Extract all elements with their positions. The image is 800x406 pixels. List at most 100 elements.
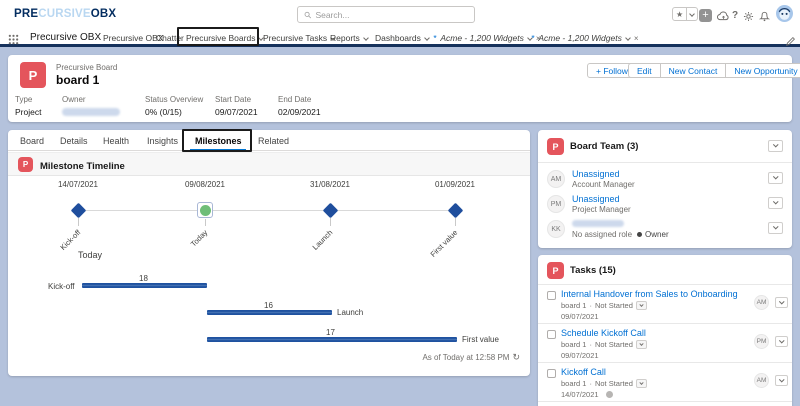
divider — [538, 401, 792, 402]
marker-connector — [78, 218, 79, 226]
team-member-menu-button[interactable] — [768, 172, 783, 184]
team-member-role: No assigned role Owner — [572, 230, 669, 239]
waffle-icon — [8, 34, 19, 45]
task-checkbox[interactable] — [547, 369, 556, 378]
recurrence-icon — [605, 391, 613, 398]
new-contact-button[interactable]: New Contact — [659, 63, 727, 78]
divider — [538, 162, 792, 163]
divider — [538, 362, 792, 363]
board-team-menu-button[interactable] — [768, 140, 783, 152]
task-date: 09/07/2021 — [561, 351, 599, 360]
field-start-date: Start Date 09/07/2021 — [215, 95, 258, 117]
record-main-card: Board Details Health Insights Milestones… — [8, 129, 530, 376]
nav-tab-precursive-tasks[interactable]: Precursive Tasks — [263, 33, 336, 43]
search-input[interactable] — [315, 9, 468, 20]
logo-text-pre: PRE — [14, 8, 39, 20]
team-member-role: Account Manager — [572, 180, 635, 189]
task-menu-button[interactable] — [775, 336, 788, 347]
task-meta: board 1 · Not Started — [561, 301, 647, 310]
tab-health[interactable]: Health — [103, 136, 129, 146]
setup-button[interactable] — [743, 8, 754, 24]
help-button[interactable]: ? — [732, 7, 738, 23]
milestone-label-first-value: First value — [428, 228, 460, 259]
gantt-label-first-value: First value — [462, 335, 499, 344]
new-opportunity-button[interactable]: New Opportunity — [725, 63, 800, 78]
nav-tab-acme-widgets-2[interactable]: * Acme - 1,200 Widgets × — [531, 33, 639, 43]
chevron-down-icon — [779, 298, 784, 304]
task-title-link[interactable]: Schedule Kickoff Call — [561, 328, 646, 338]
nav-tab-precursive-obx[interactable]: Precursive OBX — [103, 33, 163, 43]
milestone-label-kickoff: Kick-off — [58, 228, 83, 252]
milestone-date-4: 01/09/2021 — [434, 180, 476, 189]
task-title-link[interactable]: Kickoff Call — [561, 367, 606, 377]
tasks-title: Tasks (15) — [570, 265, 616, 276]
avatar-am: AM — [547, 170, 565, 188]
star-icon[interactable]: ★ — [673, 8, 686, 20]
chevron-down-icon — [639, 341, 644, 346]
bell-icon — [759, 11, 770, 22]
gantt-bar-launch — [207, 310, 332, 315]
task-title-link[interactable]: Internal Handover from Sales to Onboardi… — [561, 289, 738, 299]
task-menu-button[interactable] — [775, 375, 788, 386]
chevron-down-icon[interactable] — [362, 35, 369, 41]
task-checkbox[interactable] — [547, 330, 556, 339]
team-member-menu-button[interactable] — [768, 197, 783, 209]
nav-tab-reports[interactable]: Reports — [330, 33, 369, 43]
favorites-button[interactable]: ★ — [672, 6, 699, 22]
global-search[interactable] — [297, 6, 475, 23]
logo-text-obx: OBX — [90, 8, 117, 20]
nav-tab-acme-widgets-1[interactable]: * Acme - 1,200 Widgets × — [433, 33, 541, 43]
guidance-button[interactable] — [717, 8, 730, 24]
tab-details[interactable]: Details — [60, 136, 88, 146]
redacted-member-name — [572, 220, 624, 227]
global-actions-button[interactable]: + — [699, 7, 712, 23]
chevron-down-icon — [689, 11, 696, 17]
tasks-card: P Tasks (15) Internal Handover from Sale… — [538, 255, 792, 406]
favorites-list-button[interactable] — [686, 8, 697, 20]
edit-page-button[interactable] — [786, 33, 795, 51]
status-picklist-button[interactable] — [635, 340, 647, 349]
annotation-highlight-milestones — [182, 129, 252, 152]
chevron-down-icon — [639, 302, 644, 307]
team-member-name-link[interactable]: Unassigned — [572, 169, 620, 179]
task-assignee-avatar: PM — [754, 334, 769, 349]
chevron-down-icon — [779, 376, 784, 382]
task-checkbox[interactable] — [547, 291, 556, 300]
nav-tab-dashboards[interactable]: Dashboards — [375, 33, 430, 43]
chevron-down-icon[interactable] — [424, 35, 430, 41]
task-menu-button[interactable] — [775, 297, 788, 308]
status-picklist-button[interactable] — [635, 301, 647, 310]
milestone-component-icon: P — [18, 157, 33, 172]
plus-icon: + — [699, 8, 712, 22]
milestone-timeline-title: Milestone Timeline — [40, 161, 125, 172]
precursive-board-record-icon: P — [20, 62, 46, 88]
user-avatar[interactable] — [776, 4, 793, 22]
chevron-down-icon[interactable] — [625, 35, 631, 41]
field-status-overview: Status Overview 0% (0/15) — [145, 95, 204, 117]
redacted-owner-name — [62, 108, 120, 116]
task-assignee-avatar: AM — [754, 295, 769, 310]
milestone-date-2: 09/08/2021 — [184, 180, 226, 189]
refresh-icon[interactable]: ↻ — [512, 352, 520, 363]
pencil-icon — [786, 37, 795, 46]
team-member-role: Project Manager — [572, 205, 631, 214]
gantt-value-first-value: 17 — [326, 328, 335, 337]
record-action-group: Edit New Contact New Opportunity — [628, 63, 800, 78]
status-picklist-button[interactable] — [635, 379, 647, 388]
team-member-name-link[interactable]: Unassigned — [572, 194, 620, 204]
team-member-menu-button[interactable] — [768, 222, 783, 234]
divider — [538, 323, 792, 324]
divider — [538, 284, 792, 285]
close-tab-icon[interactable]: × — [634, 34, 639, 43]
astro-avatar-icon — [776, 4, 793, 22]
chevron-down-icon — [779, 337, 784, 343]
task-date: 09/07/2021 — [561, 312, 599, 321]
app-launcher-button[interactable] — [8, 32, 19, 50]
chevron-down-icon — [773, 199, 778, 205]
edit-button[interactable]: Edit — [628, 63, 661, 78]
tab-insights[interactable]: Insights — [147, 136, 178, 146]
field-owner: Owner — [62, 95, 120, 116]
milestone-date-1: 14/07/2021 — [57, 180, 99, 189]
tab-related[interactable]: Related — [258, 136, 289, 146]
tab-board[interactable]: Board — [20, 136, 44, 146]
